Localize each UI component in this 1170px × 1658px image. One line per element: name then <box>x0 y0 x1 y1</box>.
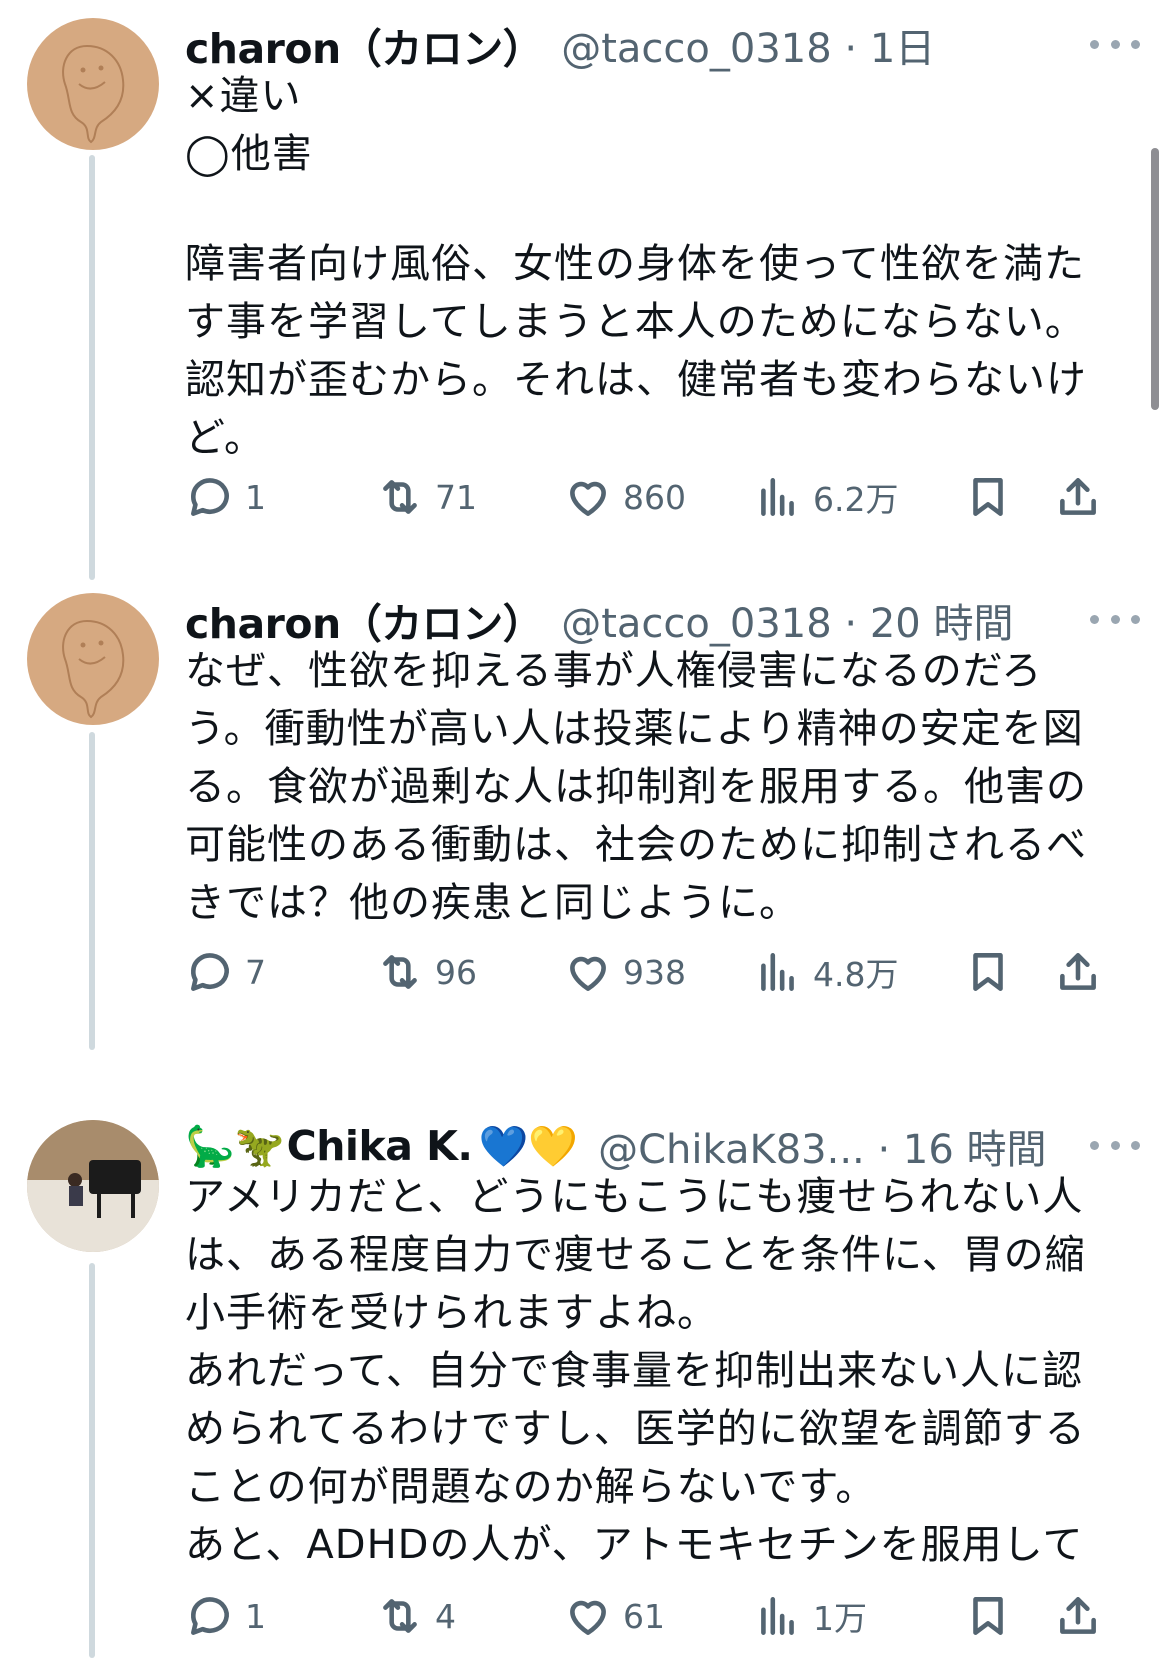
views-bar-chart-icon <box>761 953 794 991</box>
share-button[interactable] <box>1053 942 1103 1002</box>
heart-icon <box>570 481 606 516</box>
thread-connector <box>89 1263 95 1658</box>
reply-bubble-icon <box>191 478 229 516</box>
share-button[interactable] <box>1053 1586 1103 1646</box>
reply-button[interactable]: 1 <box>185 1586 266 1646</box>
user-handle[interactable]: @ChikaK83... · 16 時間 <box>598 1117 1046 1175</box>
retweet-icon <box>383 1599 417 1633</box>
tweet-text: アメリカだと、どうにもこうにも痩せられない人 は、ある程度自力で痩せることを条件… <box>185 1174 1086 1568</box>
tweet-actions: 1 4 61 1万 <box>185 1586 1170 1646</box>
dinosaur-emoji: 🦕🦖 <box>185 1123 285 1170</box>
thread-connector <box>89 732 95 1050</box>
tweet-text: なぜ、性欲を抑える事が人権侵害になるのだろ う。衝動性が高い人は投薬により精神の… <box>185 648 1087 926</box>
like-button[interactable]: 938 <box>563 942 686 1002</box>
bookmark-icon <box>973 953 1003 991</box>
display-name[interactable]: Chika K. <box>287 1122 473 1170</box>
display-name[interactable]: charon（カロン） <box>185 15 544 75</box>
tweet-header: charon（カロン） @tacco_0318 · 1日 <box>185 15 1170 75</box>
user-handle[interactable]: @tacco_0318 · 20 時間 <box>561 591 1013 649</box>
reply-bubble-icon <box>191 1597 229 1635</box>
share-upload-icon <box>1060 953 1096 990</box>
retweet-button[interactable]: 71 <box>375 467 477 527</box>
display-name[interactable]: charon（カロン） <box>185 590 544 650</box>
heart-emojis: 💙💛 <box>478 1123 579 1170</box>
heart-icon <box>570 956 606 991</box>
views-button[interactable]: 1万 <box>753 1586 867 1646</box>
more-icon[interactable] <box>1090 604 1140 634</box>
tweet-header: 🦕🦖 Chika K. 💙💛 @ChikaK83... · 16 時間 <box>185 1116 1170 1176</box>
bookmark-button[interactable] <box>963 467 1013 527</box>
retweet-button[interactable]: 96 <box>375 942 477 1002</box>
timestamp[interactable]: 16 時間 <box>903 1127 1047 1173</box>
more-icon[interactable] <box>1090 1130 1140 1160</box>
retweet-button[interactable]: 4 <box>375 1586 456 1646</box>
reply-button[interactable]: 1 <box>185 467 266 527</box>
reply-bubble-icon <box>191 953 229 991</box>
like-button[interactable]: 61 <box>563 1586 665 1646</box>
tweet-text: ×違い ◯他害 障害者向け風俗、女性の身体を使って性欲を満た す事を学習してしま… <box>185 73 1087 461</box>
timestamp[interactable]: 1日 <box>870 26 935 72</box>
bookmark-icon <box>973 1597 1003 1635</box>
timestamp[interactable]: 20 時間 <box>870 601 1014 647</box>
tweet-1[interactable]: charon（カロン） @tacco_0318 · 1日 ×違い ◯他害 障害者… <box>0 15 1170 580</box>
bookmark-button[interactable] <box>963 1586 1013 1646</box>
avatar-charon[interactable] <box>27 18 159 150</box>
heart-icon <box>570 1600 606 1635</box>
retweet-icon <box>383 480 417 514</box>
avatar-charon[interactable] <box>27 593 159 725</box>
views-button[interactable]: 6.2万 <box>753 467 898 527</box>
views-button[interactable]: 4.8万 <box>753 942 898 1002</box>
scrollbar[interactable] <box>1151 148 1159 410</box>
retweet-icon <box>383 955 417 989</box>
bookmark-icon <box>973 478 1003 516</box>
like-button[interactable]: 860 <box>563 467 686 527</box>
share-upload-icon <box>1060 1597 1096 1634</box>
views-bar-chart-icon <box>761 478 794 516</box>
reply-button[interactable]: 7 <box>185 942 266 1002</box>
tweet-actions: 7 96 938 4.8万 <box>185 942 1170 1002</box>
tweet-actions: 1 71 860 6.2万 <box>185 467 1170 527</box>
tweet-3[interactable]: 🦕🦖 Chika K. 💙💛 @ChikaK83... · 16 時間 アメリカ… <box>0 1108 1170 1658</box>
views-bar-chart-icon <box>761 1597 794 1635</box>
avatar-chika[interactable] <box>27 1120 159 1252</box>
share-upload-icon <box>1060 478 1096 515</box>
thread-connector <box>89 155 95 580</box>
more-icon[interactable] <box>1090 29 1140 59</box>
tweet-header: charon（カロン） @tacco_0318 · 20 時間 <box>185 590 1170 650</box>
user-handle[interactable]: @tacco_0318 · 1日 <box>561 16 935 74</box>
tweet-2[interactable]: charon（カロン） @tacco_0318 · 20 時間 なぜ、性欲を抑え… <box>0 590 1170 1050</box>
bookmark-button[interactable] <box>963 942 1013 1002</box>
share-button[interactable] <box>1053 467 1103 527</box>
